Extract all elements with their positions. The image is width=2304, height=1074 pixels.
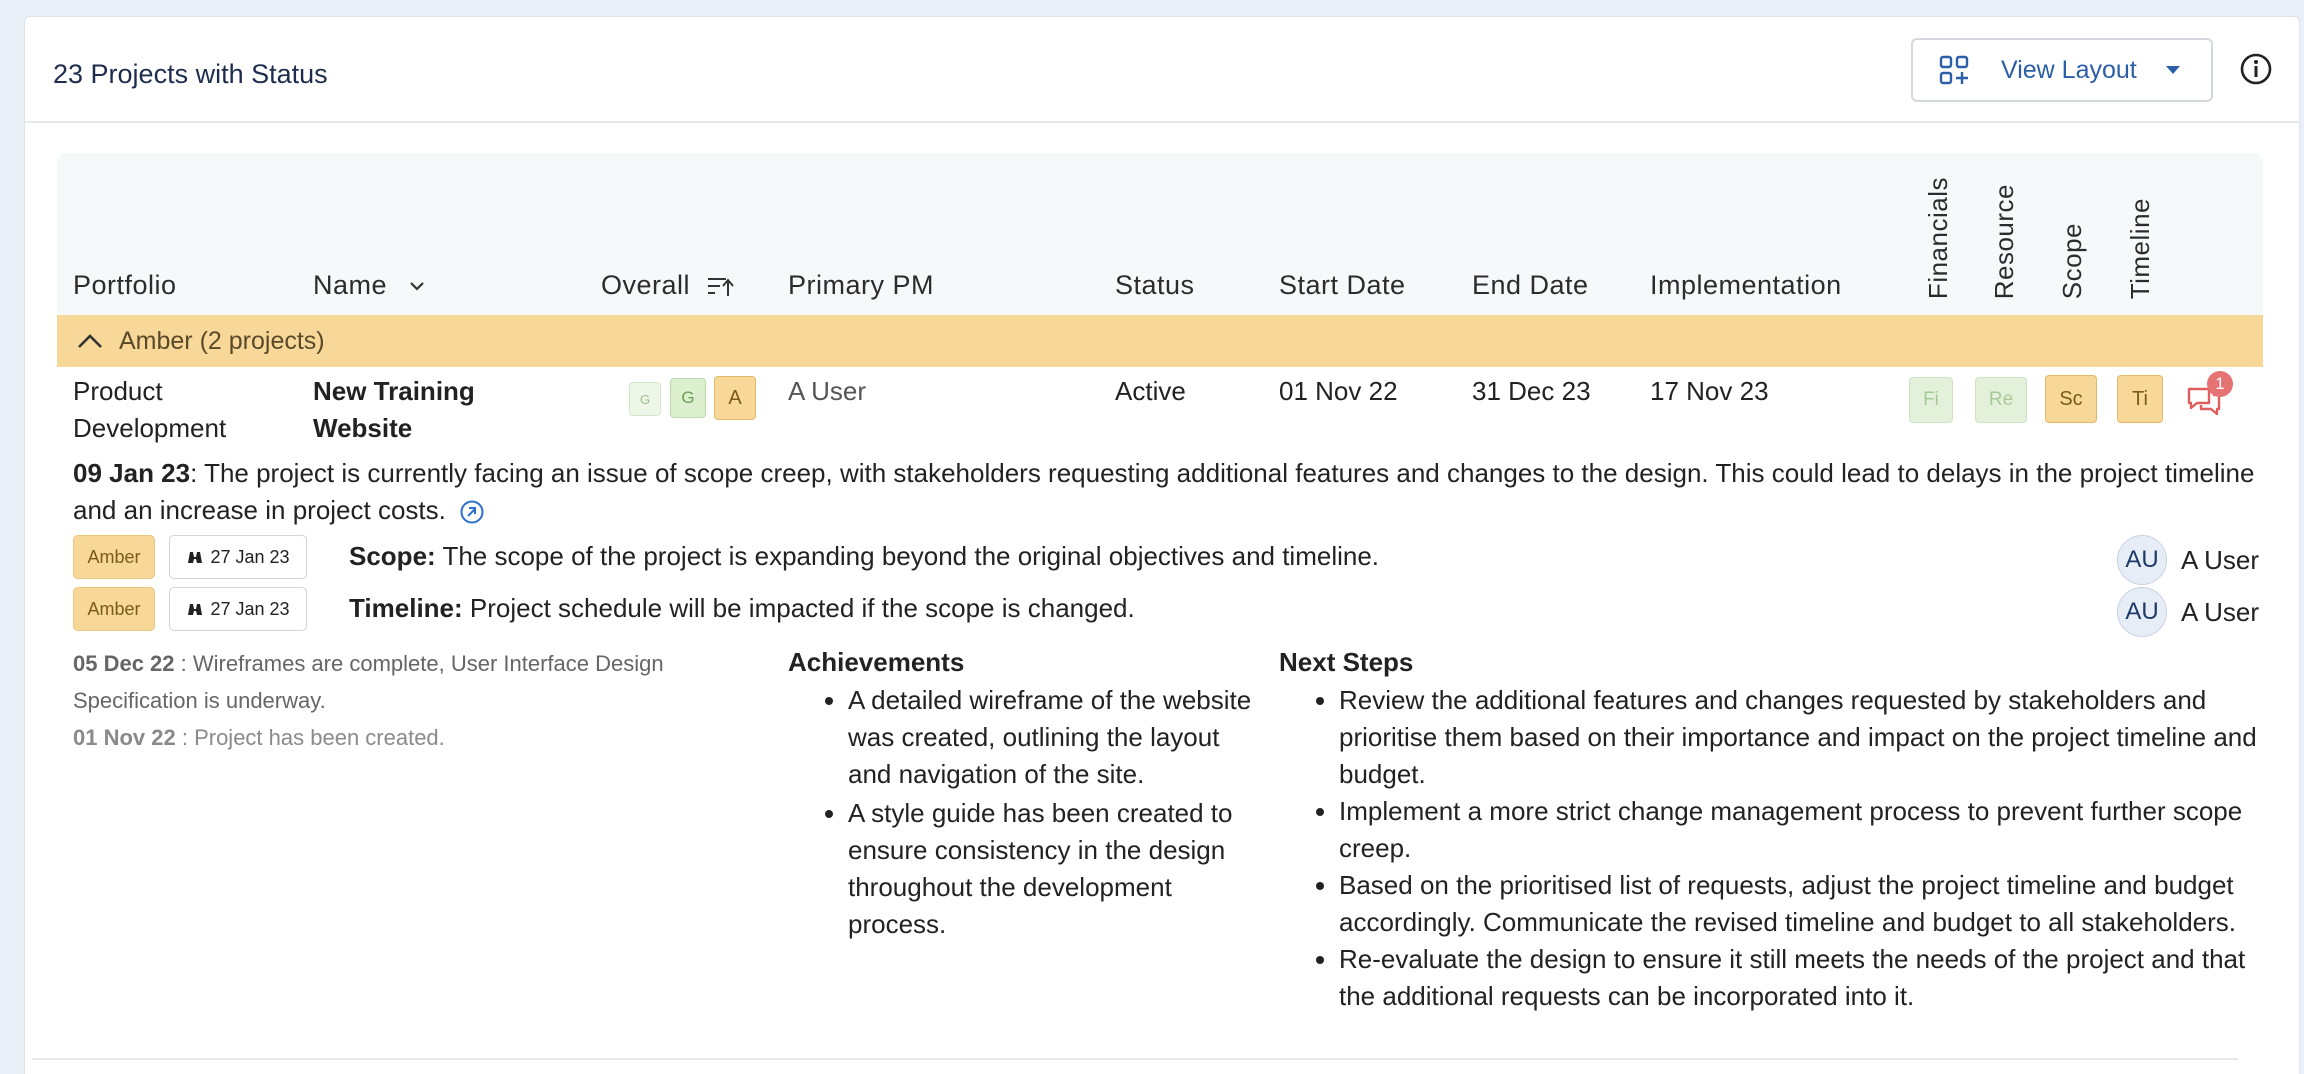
achievements-title: Achievements [788, 647, 965, 677]
portfolio-cell: Product Development [73, 376, 227, 443]
collapse-arrow-icon[interactable] [459, 499, 485, 525]
col-overall[interactable]: Overall [601, 270, 734, 301]
caret-down-icon [2165, 66, 2180, 74]
col-resource[interactable]: Resource [1989, 184, 2020, 299]
risk-owner: A User [2181, 545, 2260, 575]
col-portfolio[interactable]: Portfolio [73, 270, 177, 301]
next-steps-list: Review the additional features and chang… [1279, 682, 2259, 1015]
history-list: 05 Dec 22 : Wireframes are complete, Use… [73, 645, 753, 756]
table-row[interactable]: Product Development New Training Website… [57, 367, 2263, 1057]
implementation-cell: 17 Nov 23 [1650, 376, 1769, 406]
financials-rag[interactable]: Fi [1909, 377, 1953, 423]
col-name[interactable]: Name [313, 270, 425, 301]
view-layout-button[interactable]: View Layout [1911, 38, 2213, 102]
chevron-up-icon [78, 334, 102, 348]
binoculars-icon [188, 552, 203, 563]
projects-card: 23 Projects with Status View Layout Port… [24, 16, 2300, 1074]
latest-update-date: 09 Jan 23 [73, 458, 191, 488]
group-label: Amber (2 projects) [119, 326, 325, 355]
overall-pill: G [670, 378, 706, 418]
col-implementation[interactable]: Implementation [1650, 270, 1842, 301]
binoculars-icon [188, 604, 203, 615]
view-layout-label: View Layout [2001, 55, 2137, 84]
info-icon[interactable] [2239, 52, 2273, 86]
avatar: AU [2117, 535, 2167, 585]
chevron-down-icon [410, 281, 424, 291]
risk-date-chip: 27 Jan 23 [169, 535, 307, 579]
resource-rag[interactable]: Re [1975, 377, 2027, 423]
list-item: A detailed wireframe of the website was … [848, 682, 1258, 793]
comment-count-badge: 1 [2207, 371, 2233, 397]
overall-pill: G [629, 382, 661, 416]
table-header: Portfolio Name Overall Primary PM Status… [57, 153, 2263, 315]
overall-pill: A [714, 376, 756, 420]
col-scope[interactable]: Scope [2057, 223, 2088, 299]
col-status[interactable]: Status [1115, 270, 1195, 301]
status-cell: Active [1115, 376, 1186, 406]
project-name-link[interactable]: New Training Website [313, 373, 475, 447]
risk-status-badge: Amber [73, 535, 155, 579]
end-date-cell: 31 Dec 23 [1472, 376, 1591, 406]
latest-update: 09 Jan 23: The project is currently faci… [73, 455, 2273, 529]
list-item: Implement a more strict change managemen… [1339, 793, 2259, 867]
col-end-date[interactable]: End Date [1472, 270, 1589, 301]
list-item: Based on the prioritised list of request… [1339, 867, 2259, 941]
next-steps-title: Next Steps [1279, 647, 1414, 677]
risk-owner: A User [2181, 597, 2260, 627]
projects-grid: Portfolio Name Overall Primary PM Status… [57, 153, 2263, 1057]
list-item: Review the additional features and chang… [1339, 682, 2259, 793]
history-item: 05 Dec 22 : Wireframes are complete, Use… [73, 651, 664, 713]
comments-button[interactable]: 1 [2185, 371, 2233, 419]
list-item: Re-evaluate the design to ensure it stil… [1339, 941, 2259, 1015]
card-header: 23 Projects with Status View Layout [25, 17, 2299, 123]
risk-status-badge: Amber [73, 587, 155, 631]
row-divider [32, 1058, 2238, 1060]
risk-date-chip: 27 Jan 23 [169, 587, 307, 631]
timeline-rag[interactable]: Ti [2117, 375, 2163, 423]
list-item: A style guide has been created to ensure… [848, 795, 1258, 943]
group-row-amber[interactable]: Amber (2 projects) [57, 315, 2263, 367]
latest-update-text: : The project is currently facing an iss… [73, 458, 2255, 525]
avatar: AU [2117, 587, 2167, 637]
layout-grid-icon [1939, 55, 1969, 85]
col-timeline[interactable]: Timeline [2125, 198, 2156, 299]
primary-pm-cell: A User [788, 376, 867, 406]
risk-description: Scope: The scope of the project is expan… [349, 541, 1380, 571]
risk-description: Timeline: Project schedule will be impac… [349, 593, 1135, 623]
next-steps-section: Next Steps Review the additional feature… [1279, 647, 2259, 1015]
col-financials[interactable]: Financials [1923, 177, 1954, 299]
achievements-section: Achievements A detailed wireframe of the… [788, 647, 1258, 943]
col-primary-pm[interactable]: Primary PM [788, 270, 934, 301]
scope-rag[interactable]: Sc [2045, 375, 2097, 423]
history-item: 01 Nov 22 : Project has been created. [73, 725, 445, 750]
page-title: 23 Projects with Status [53, 59, 328, 89]
sort-icon [708, 277, 734, 296]
achievements-list: A detailed wireframe of the website was … [788, 682, 1258, 943]
start-date-cell: 01 Nov 22 [1279, 376, 1398, 406]
col-start-date[interactable]: Start Date [1279, 270, 1406, 301]
